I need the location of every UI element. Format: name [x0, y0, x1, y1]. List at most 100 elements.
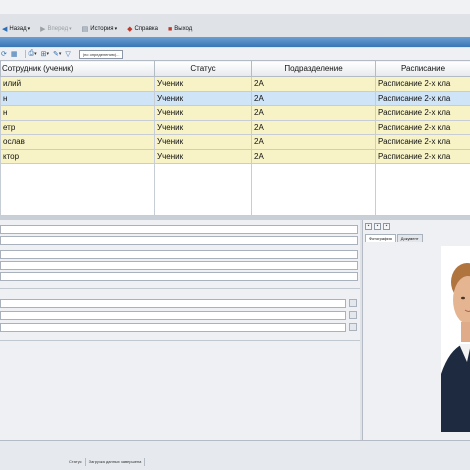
history-icon: ▤	[81, 26, 89, 33]
menu-bar: ◀ Назад ▾ ▶ Вперед ▾ ▤ История ▾ ◆ Справ…	[0, 22, 470, 36]
cell-schedule: Расписание 2-х кла	[375, 90, 470, 106]
table-row[interactable]: етр Ученик 2А Расписание 2-х кла	[0, 119, 470, 135]
lookup-button[interactable]	[349, 299, 357, 307]
lookup-button[interactable]	[349, 323, 357, 331]
toolbar-divider	[24, 50, 26, 58]
empty-cell	[154, 163, 252, 216]
cell-schedule: Расписание 2-х кла	[375, 76, 470, 92]
toolbar: ⟳ ▦ ⎙ ▾ ⊞ ▾ ✎ ▾ ▽ (по определению)...	[0, 48, 470, 60]
cell-employee: илий	[0, 76, 155, 92]
cell-status: Ученик	[154, 148, 252, 164]
cell-department: 2А	[251, 134, 376, 150]
menu-history-label: История	[90, 26, 114, 32]
photo-tabs: Фотография Документ	[365, 234, 424, 242]
top-strip	[0, 0, 470, 14]
cell-schedule: Расписание 2-х кла	[375, 134, 470, 150]
empty-cell	[0, 163, 155, 216]
back-arrow-icon: ◀	[2, 26, 8, 33]
detail-field[interactable]	[0, 272, 358, 281]
exit-icon: ■	[168, 25, 173, 33]
detail-field[interactable]	[0, 299, 346, 308]
save-image-icon[interactable]: ▪	[374, 223, 381, 230]
cell-department: 2А	[251, 105, 376, 121]
detail-field[interactable]	[0, 261, 358, 270]
refresh-icon: ⟳	[1, 51, 7, 58]
menu-back[interactable]: ◀ Назад ▾	[2, 25, 30, 33]
photo-toolbar: ▪ ▪ ▪	[365, 223, 392, 230]
menu-exit[interactable]: ■ Выход	[168, 26, 192, 33]
tab-photo[interactable]: Фотография	[365, 234, 396, 242]
table-row[interactable]: н Ученик 2А Расписание 2-х кла	[0, 105, 470, 121]
lookup-button[interactable]	[349, 311, 357, 319]
student-photo-image	[441, 246, 470, 432]
cell-status: Ученик	[154, 119, 252, 135]
cell-employee: ктор	[0, 148, 155, 164]
detail-form	[0, 220, 360, 440]
column-header-employee[interactable]: Сотрудник (ученик)	[0, 60, 155, 77]
print-button[interactable]: ⎙ ▾	[29, 50, 37, 58]
chevron-down-icon: ▾	[69, 26, 72, 32]
detail-field[interactable]	[0, 311, 346, 320]
photo-panel: ▪ ▪ ▪ Фотография Документ	[362, 220, 470, 440]
cell-schedule: Расписание 2-х кла	[375, 148, 470, 164]
cell-status: Ученик	[154, 76, 252, 92]
student-photo	[441, 246, 470, 432]
menu-forward[interactable]: ▶ Вперед ▾	[40, 25, 72, 33]
tab-document[interactable]: Документ	[396, 234, 423, 242]
chevron-down-icon: ▾	[114, 26, 118, 32]
filter-button[interactable]: ▽	[65, 50, 70, 58]
cell-department: 2А	[251, 90, 376, 106]
filter-icon: ▽	[65, 51, 71, 58]
grid-icon: ▦	[10, 51, 18, 58]
forward-arrow-icon: ▶	[40, 26, 46, 33]
status-message: Загрузка данных завершена	[86, 458, 146, 466]
chevron-down-icon: ▾	[34, 51, 37, 57]
table-row[interactable]: ктор Ученик 2А Расписание 2-х кла	[0, 148, 470, 164]
help-icon: ◆	[127, 26, 133, 33]
table-row[interactable]: ослав Ученик 2А Расписание 2-х кла	[0, 134, 470, 150]
cell-department: 2А	[251, 119, 376, 135]
grid-button[interactable]: ▦	[11, 50, 18, 58]
detail-field[interactable]	[0, 225, 358, 234]
cell-department: 2А	[251, 148, 376, 164]
settings-button[interactable]: ✎ ▾	[53, 50, 61, 58]
menu-history[interactable]: ▤ История ▾	[82, 25, 117, 33]
menu-help-label: Справка	[134, 26, 159, 32]
menu-back-label: Назад	[9, 26, 27, 32]
status-bar: Статус Загрузка данных завершена	[0, 440, 470, 470]
employees-table: Сотрудник (ученик) Статус Подразделение …	[0, 60, 470, 216]
column-header-schedule[interactable]: Расписание	[375, 60, 470, 77]
section-divider	[0, 288, 360, 289]
chevron-down-icon: ▾	[27, 26, 31, 32]
detail-field[interactable]	[0, 323, 346, 332]
cell-employee: н	[0, 90, 155, 106]
cell-employee: ослав	[0, 134, 155, 150]
chevron-down-icon: ▾	[46, 51, 50, 57]
table-header-row: Сотрудник (ученик) Статус Подразделение …	[0, 60, 470, 77]
status-label: Статус	[66, 458, 86, 466]
empty-cell	[375, 163, 470, 216]
menu-help[interactable]: ◆ Справка	[127, 25, 158, 33]
menu-exit-label: Выход	[174, 26, 193, 32]
delete-image-icon[interactable]: ▪	[383, 223, 390, 230]
table-empty-area	[0, 163, 470, 216]
menu-forward-label: Вперед	[47, 26, 69, 32]
empty-cell	[251, 163, 376, 216]
detail-field[interactable]	[0, 236, 358, 245]
cell-status: Ученик	[154, 90, 252, 106]
cell-status: Ученик	[154, 105, 252, 121]
section-divider	[0, 340, 360, 341]
cell-employee: н	[0, 105, 155, 121]
filter-field[interactable]: (по определению)...	[78, 49, 124, 59]
refresh-button[interactable]: ⟳	[1, 50, 7, 58]
window-title-bar	[0, 37, 470, 47]
table-row[interactable]: илий Ученик 2А Расписание 2-х кла	[0, 76, 470, 92]
detail-field[interactable]	[0, 250, 358, 259]
column-header-status[interactable]: Статус	[154, 60, 252, 77]
cell-schedule: Расписание 2-х кла	[375, 105, 470, 121]
table-row-selected[interactable]: н Ученик 2А Расписание 2-х кла	[0, 90, 470, 106]
open-image-icon[interactable]: ▪	[365, 223, 372, 230]
column-header-department[interactable]: Подразделение	[251, 60, 376, 77]
export-button[interactable]: ⊞ ▾	[41, 50, 49, 58]
chevron-down-icon: ▾	[58, 51, 62, 57]
